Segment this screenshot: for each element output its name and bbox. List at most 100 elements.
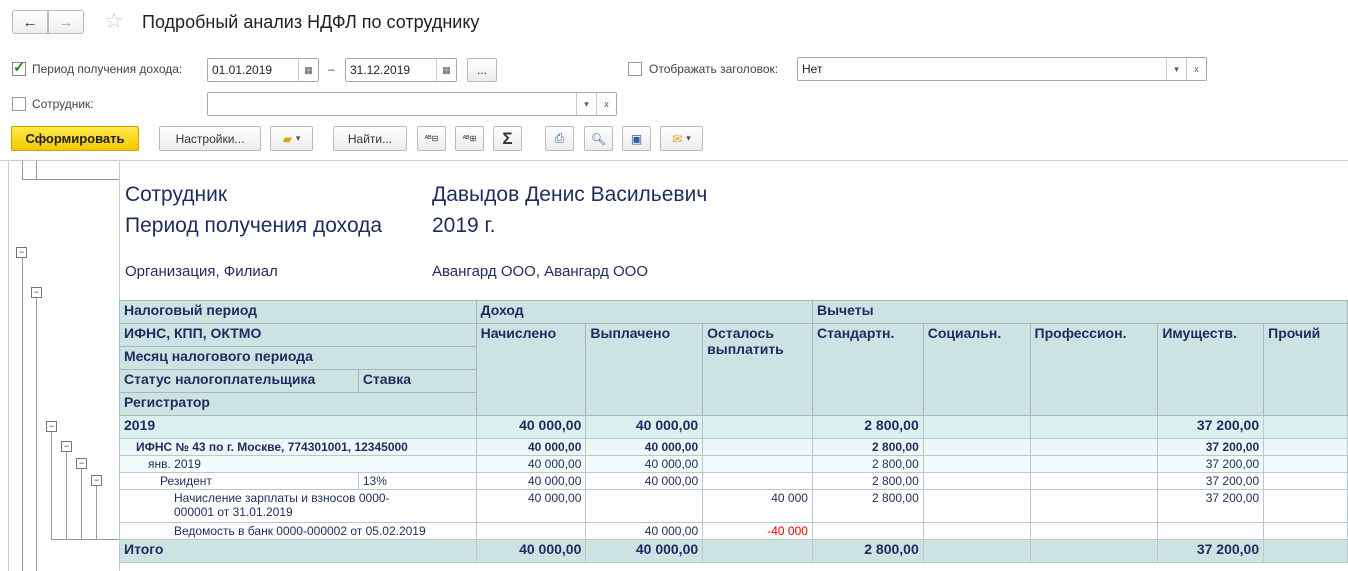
header-rate: Ставка: [357, 369, 477, 393]
cell-social: [922, 438, 1031, 456]
collapse-icon: ᴬᴮ⊟: [424, 134, 439, 143]
generate-button[interactable]: Сформировать: [11, 126, 139, 151]
star-icon[interactable]: ☆: [104, 8, 124, 34]
cell-accrued: 40 000,00: [475, 415, 587, 439]
cell-remaining: [702, 472, 813, 490]
show-title-value: Нет: [802, 62, 823, 76]
cell-paid: 40 000,00: [585, 455, 704, 473]
total-accrued: 40 000,00: [475, 539, 587, 563]
check-icon: ✓: [13, 59, 26, 76]
cell-property: 37 200,00: [1157, 472, 1265, 490]
expand-groups-button[interactable]: ᴬᴮ⊞: [455, 126, 484, 151]
settings-button[interactable]: Настройки...: [159, 126, 261, 151]
folder-icon: ▰: [282, 131, 292, 146]
preview-button[interactable]: 🔍︎: [584, 126, 613, 151]
collapse-toggle[interactable]: −: [16, 247, 27, 258]
report-table: Налоговый период Доход Вычеты ИФНС, КПП, О…: [119, 300, 1348, 563]
envelope-icon: ✉: [672, 131, 683, 146]
print-button[interactable]: ⎙: [545, 126, 574, 151]
preview-icon: 🔍︎: [590, 131, 607, 146]
cell-property: [1157, 522, 1265, 540]
row-name: Начисление зарплаты и взносов 0000-00000…: [119, 489, 477, 523]
arrow-left-icon: ←: [22, 13, 38, 31]
period-title-value: 2019 г.: [432, 214, 496, 237]
header-tax-period: Налоговый период: [119, 300, 477, 324]
find-button[interactable]: Найти...: [333, 126, 407, 151]
variants-button[interactable]: ▰ ▾: [270, 126, 313, 151]
save-button[interactable]: ▣: [622, 126, 651, 151]
calendar-icon[interactable]: ▦: [436, 59, 456, 81]
cell-paid: [585, 489, 704, 523]
cell-paid: 40 000,00: [585, 522, 704, 540]
header-remaining: Осталось выплатить: [702, 323, 813, 416]
collapse-groups-button[interactable]: ᴬᴮ⊟: [417, 126, 446, 151]
back-button[interactable]: ←: [12, 10, 48, 34]
cell-social: [922, 472, 1031, 490]
chevron-down-icon[interactable]: ▾: [1166, 58, 1186, 80]
cell-other: [1263, 438, 1348, 456]
floppy-icon: ▣: [630, 131, 643, 146]
cell-accrued: 40 000,00: [475, 438, 587, 456]
table-row[interactable]: Начисление зарплаты и взносов 0000-00000…: [119, 489, 1348, 523]
collapse-toggle[interactable]: −: [91, 475, 102, 486]
cell-professional: [1029, 455, 1159, 473]
cell-remaining: -40 000: [702, 522, 813, 540]
clear-icon[interactable]: x: [1186, 58, 1206, 80]
employee-input[interactable]: ▾ x: [207, 92, 617, 116]
period-title-label: Период получения дохода: [125, 214, 383, 237]
calendar-icon[interactable]: ▦: [298, 59, 318, 81]
forward-button[interactable]: →: [48, 10, 84, 34]
cell-social: [922, 455, 1031, 473]
show-title-select[interactable]: Нет ▾ x: [797, 57, 1207, 81]
cell-paid: 40 000,00: [585, 415, 704, 439]
chevron-down-icon[interactable]: ▾: [576, 93, 596, 115]
table-row[interactable]: Ведомость в банк 0000-000002 от 05.02.20…: [119, 522, 1348, 540]
page-title: Подробный анализ НДФЛ по сотруднику: [142, 12, 480, 32]
header-standard: Стандартн.: [811, 323, 924, 416]
period-select-button[interactable]: ...: [467, 58, 497, 82]
cell-accrued: [475, 522, 587, 540]
employee-label: Сотрудник:: [32, 97, 94, 111]
cell-professional: [1029, 489, 1159, 523]
date-from-input[interactable]: 01.01.2019 ▦: [207, 58, 319, 82]
cell-social: [922, 522, 1031, 540]
table-row[interactable]: ИФНС № 43 по г. Москве, 774301001, 12345…: [119, 438, 1348, 456]
clear-icon[interactable]: x: [596, 93, 616, 115]
cell-professional: [1029, 472, 1159, 490]
collapse-toggle[interactable]: −: [61, 441, 72, 452]
cell-social: [922, 489, 1031, 523]
total-row: Итого 40 000,00 40 000,00 2 800,00 37 200,00: [119, 539, 1348, 563]
cell-other: [1263, 472, 1348, 490]
row-name: Ведомость в банк 0000-000002 от 05.02.20…: [119, 522, 477, 540]
total-label: Итого: [119, 539, 477, 563]
expand-icon: ᴬᴮ⊞: [462, 134, 477, 143]
table-row[interactable]: Резидент 13% 40 000,00 40 000,00 2 800,00 37 …: [119, 472, 1348, 490]
sum-button[interactable]: Σ: [493, 126, 522, 151]
cell-standard: 2 800,00: [811, 472, 924, 490]
date-to-input[interactable]: 31.12.2019 ▦: [345, 58, 457, 82]
cell-other: [1263, 522, 1348, 540]
total-remaining: [702, 539, 813, 563]
cell-other: [1263, 455, 1348, 473]
show-title-checkbox[interactable]: [628, 62, 642, 76]
collapse-toggle[interactable]: −: [31, 287, 42, 298]
row-name: 2019: [119, 415, 477, 439]
chevron-down-icon: ▾: [686, 133, 691, 143]
table-row[interactable]: янв. 2019 40 000,00 40 000,00 2 800,00 37 20…: [119, 455, 1348, 473]
header-property: Имуществ.: [1157, 323, 1265, 416]
date-from-value: 01.01.2019: [212, 63, 273, 77]
cell-standard: 2 800,00: [811, 455, 924, 473]
header-registrar: Регистратор: [119, 392, 477, 416]
table-row[interactable]: 2019 40 000,00 40 000,00 2 800,00 37 200,00: [119, 415, 1348, 439]
sum-icon: Σ: [502, 128, 513, 148]
cell-social: [922, 415, 1031, 439]
collapse-toggle[interactable]: −: [46, 421, 57, 432]
period-checkbox[interactable]: ✓: [12, 59, 26, 76]
cell-standard: [811, 522, 924, 540]
cell-accrued: 40 000,00: [475, 455, 587, 473]
total-other: [1263, 539, 1348, 563]
org-value: Авангард ООО, Авангард ООО: [432, 263, 649, 280]
send-email-button[interactable]: ✉ ▾: [660, 126, 703, 151]
employee-checkbox[interactable]: [12, 97, 26, 111]
collapse-toggle[interactable]: −: [76, 458, 87, 469]
